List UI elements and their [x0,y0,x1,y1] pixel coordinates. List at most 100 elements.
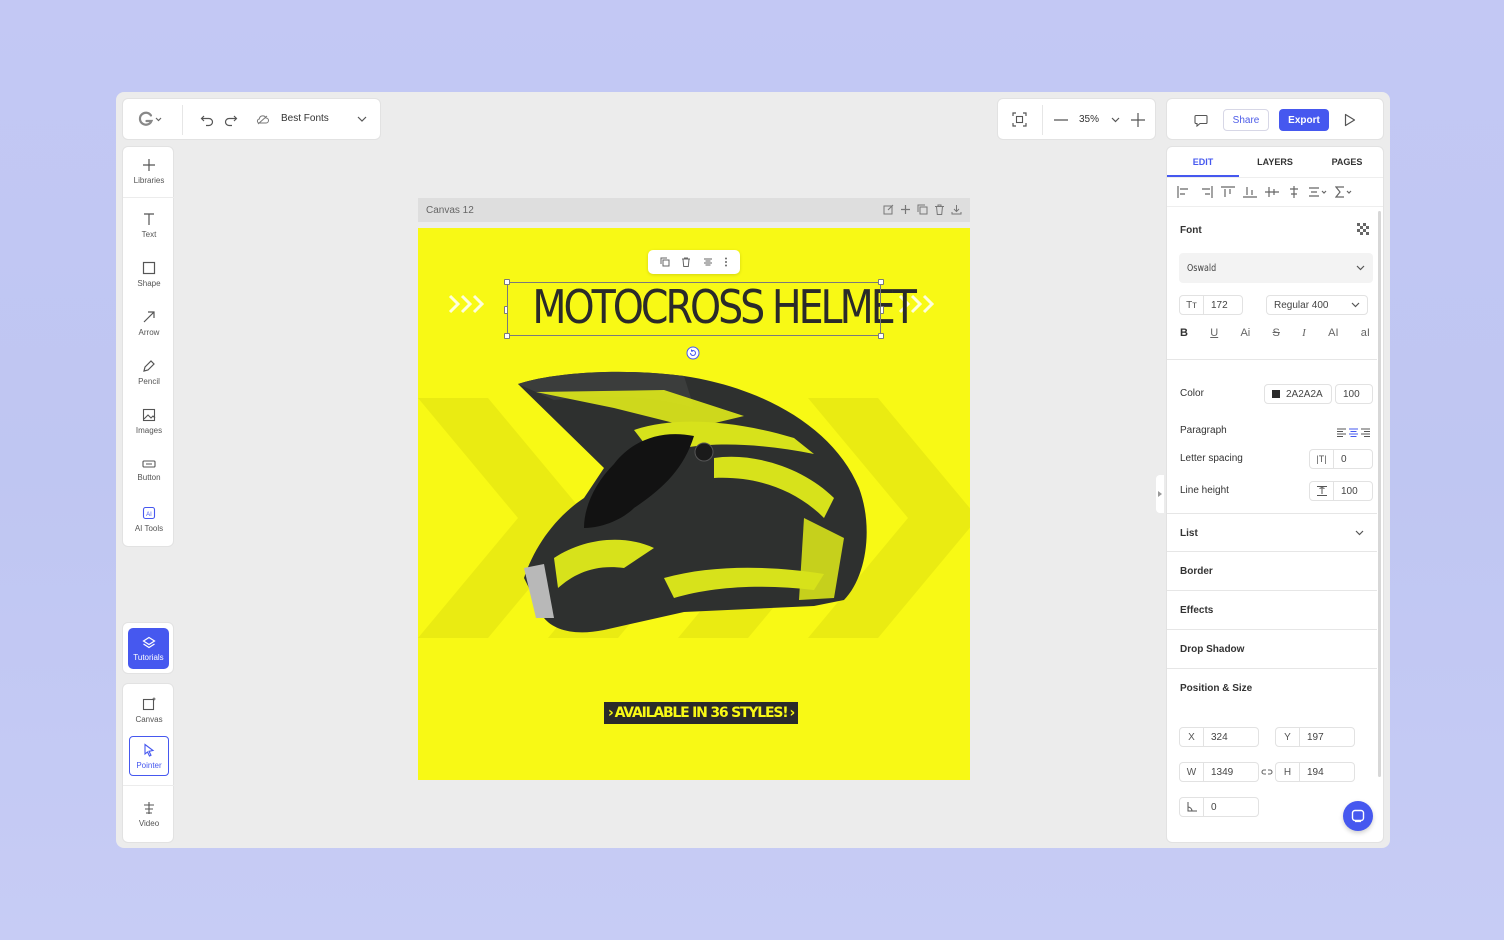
panel-scrollbar[interactable] [1378,211,1381,777]
tool-canvas[interactable]: Canvas [123,686,175,734]
x-label: X [1180,728,1204,746]
text-align-center-icon[interactable] [1349,428,1358,437]
font-grid-icon[interactable] [1357,223,1369,235]
layers-icon [141,636,156,648]
tool-pencil[interactable]: Pencil [123,348,175,396]
bold-icon[interactable]: B [1180,327,1188,339]
link-icon[interactable] [1261,768,1273,776]
height-input[interactable]: H 194 [1275,762,1355,782]
logo-menu[interactable] [137,111,163,127]
tool-pointer[interactable]: Pointer [129,736,169,776]
tab-pages[interactable]: PAGES [1311,147,1383,177]
rotation-input[interactable]: 0 [1179,797,1259,817]
line-height-input[interactable]: 100 [1309,481,1373,501]
panel-collapse-handle[interactable] [1156,475,1164,513]
file-name: Best Fonts [281,113,329,124]
align-top-icon[interactable] [1221,186,1235,198]
color-opacity-input[interactable]: 100 [1335,384,1373,404]
resize-handle[interactable] [878,279,884,285]
color-input[interactable]: 2A2A2A [1264,384,1332,404]
helmet-image[interactable] [514,368,874,648]
align-vcenter-icon[interactable] [1265,186,1279,198]
distribute-icon[interactable] [1309,186,1327,198]
zoom-value[interactable]: 35% [1079,114,1099,125]
tool-arrow[interactable]: Arrow [123,299,175,347]
comment-icon[interactable] [1194,114,1208,127]
app-window: Best Fonts 35% Share Export Libraries Te… [116,92,1390,848]
canvas-name[interactable]: Canvas 12 [426,205,474,216]
tutorials-button[interactable]: Tutorials [128,628,169,669]
rotate-icon[interactable] [686,346,700,360]
download-icon[interactable] [951,204,962,215]
tab-edit[interactable]: EDIT [1167,147,1239,177]
strikethrough-icon[interactable]: S [1273,327,1280,339]
tool-video[interactable]: Video [123,790,175,838]
trash-icon[interactable] [681,257,691,267]
ai-text-icon[interactable]: Ai [1240,327,1250,339]
tool-button[interactable]: Button [123,446,175,494]
canvas-artboard[interactable]: MOTOCROSS HELMET › AVAILABLE IN 36 STYLES… [418,228,970,780]
tool-label: Shape [137,278,161,288]
align-hcenter-icon[interactable] [1287,186,1301,198]
zoom-out-icon[interactable] [1054,119,1068,121]
font-family-dropdown[interactable]: Oswald [1179,253,1373,283]
line-height-icon [1310,482,1334,500]
uppercase-icon[interactable]: AI [1328,327,1338,339]
sigma-icon[interactable] [1335,186,1353,198]
align-right-icon[interactable] [1199,186,1213,198]
tool-divider [123,785,175,786]
duplicate-icon[interactable] [917,204,928,215]
tool-ai[interactable]: AI AI Tools [123,495,175,543]
y-input[interactable]: Y 197 [1275,727,1355,747]
align-left-icon[interactable] [1177,186,1191,198]
share-toolbar: Share Export [1166,98,1384,140]
chat-support-button[interactable] [1343,801,1373,831]
tool-shape[interactable]: Shape [123,250,175,298]
text-align-left-icon[interactable] [1337,428,1346,437]
align-center-icon[interactable] [703,257,713,267]
lowercase-icon[interactable]: aI [1361,327,1370,339]
tool-images[interactable]: Images [123,397,175,445]
zoom-in-icon[interactable] [1131,113,1145,127]
font-size-input[interactable]: Tт 172 [1179,295,1243,315]
italic-icon[interactable]: I [1302,327,1306,339]
resize-handle[interactable] [880,306,884,314]
resize-handle[interactable] [878,333,884,339]
play-icon[interactable] [1344,113,1356,127]
fit-screen-icon[interactable] [1012,112,1027,127]
text-align-right-icon[interactable] [1361,428,1370,437]
undo-icon[interactable] [200,113,214,127]
export-button[interactable]: Export [1279,109,1329,131]
h-label: H [1276,763,1300,781]
width-input[interactable]: W 1349 [1179,762,1259,782]
trash-icon[interactable] [934,204,945,215]
underline-icon[interactable]: U [1210,327,1218,339]
duplicate-icon[interactable] [660,257,670,267]
tool-text[interactable]: Text [123,201,175,249]
styles-badge[interactable]: › AVAILABLE IN 36 STYLES! › [604,702,799,724]
tool-libraries[interactable]: Libraries [123,147,175,195]
effects-section[interactable]: Effects [1180,591,1213,629]
align-bottom-icon[interactable] [1243,186,1257,198]
font-weight-dropdown[interactable]: Regular 400 [1266,295,1368,315]
redo-icon[interactable] [224,113,238,127]
resize-handle[interactable] [504,306,508,314]
border-section[interactable]: Border [1180,552,1213,590]
chevron-down-icon[interactable] [1111,117,1120,123]
resize-handle[interactable] [504,279,510,285]
color-label: Color [1180,388,1204,399]
edit-icon[interactable] [883,204,894,215]
file-name-dropdown[interactable]: Best Fonts [281,113,367,124]
x-input[interactable]: X 324 [1179,727,1259,747]
share-button[interactable]: Share [1223,109,1269,131]
active-tab-indicator [1167,175,1239,177]
more-vertical-icon[interactable] [724,257,728,267]
svg-text:AI: AI [146,512,152,518]
list-section[interactable]: List [1167,514,1377,552]
drop-shadow-section[interactable]: Drop Shadow [1180,630,1244,668]
tab-layers[interactable]: LAYERS [1239,147,1311,177]
letter-spacing-input[interactable]: |T| 0 [1309,449,1373,469]
resize-handle[interactable] [504,333,510,339]
plus-icon[interactable] [900,204,911,215]
section-divider [1167,668,1377,669]
